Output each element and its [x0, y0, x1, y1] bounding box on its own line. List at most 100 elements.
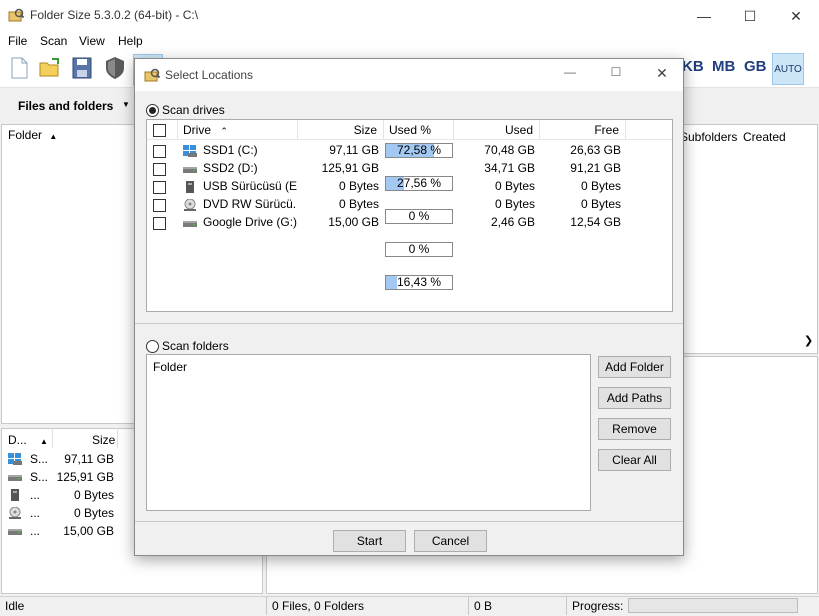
- cancel-button[interactable]: Cancel: [414, 530, 487, 552]
- section-divider: [135, 323, 683, 324]
- drive-used: 2,46 GB: [490, 215, 535, 229]
- status-separator: [566, 597, 567, 615]
- status-counts: 0 Files, 0 Folders: [272, 599, 365, 613]
- save-icon[interactable]: [70, 55, 94, 81]
- drive-used: 0 Bytes: [494, 197, 535, 211]
- used-percent-bar: 72,58 %: [385, 143, 453, 158]
- drive-used: 0 Bytes: [494, 179, 535, 193]
- drive-list-size: 97,11 GB: [64, 452, 114, 466]
- windows-drive-icon: [8, 453, 22, 465]
- subfolders-column-header[interactable]: Subfolders: [680, 130, 737, 144]
- folders-list[interactable]: Folder: [146, 354, 591, 511]
- used-percent-text: 72,58 %: [396, 143, 442, 157]
- progress-bar: [628, 598, 798, 613]
- hard-drive-icon: [8, 471, 22, 483]
- usb-drive-icon: [183, 181, 197, 193]
- drive-checkbox[interactable]: [153, 145, 166, 158]
- drive-used: 34,71 GB: [484, 161, 535, 175]
- menu-help[interactable]: Help: [118, 34, 143, 48]
- free-column-header[interactable]: Free: [539, 123, 619, 137]
- shield-icon[interactable]: [103, 55, 127, 81]
- size-column-header[interactable]: Size: [297, 123, 377, 137]
- used-percent-text: 0 %: [408, 242, 430, 256]
- start-button[interactable]: Start: [333, 530, 406, 552]
- unit-mb-button[interactable]: MB: [712, 58, 735, 75]
- drives-list: Drive ⌃ Size Used % Used Free SSD1 (C:) 9…: [146, 119, 673, 312]
- drive-free: 12,54 GB: [570, 215, 621, 229]
- drive-list-row[interactable]: ... 0 Bytes: [8, 487, 118, 505]
- used-column-header[interactable]: Used: [453, 123, 533, 137]
- drive-list-row[interactable]: ... 15,00 GB: [8, 523, 118, 541]
- menu-view[interactable]: View: [79, 34, 105, 48]
- drive-checkbox[interactable]: [153, 181, 166, 194]
- column-divider: [625, 120, 626, 140]
- chevron-down-icon[interactable]: ▼: [122, 100, 130, 109]
- tree-folder-column-header[interactable]: Folder ▲: [8, 128, 57, 142]
- drive-list-row[interactable]: S... 125,91 GB: [8, 469, 118, 487]
- dvd-drive-icon: [183, 198, 197, 211]
- used-percent-column-header[interactable]: Used %: [389, 123, 431, 137]
- drive-size: 97,11 GB: [329, 143, 379, 157]
- close-icon[interactable]: ✕: [773, 0, 819, 32]
- windows-drive-icon: [183, 145, 197, 157]
- drive-list-name: S...: [30, 452, 49, 466]
- used-percent-text: 27,56 %: [396, 176, 442, 190]
- menu-scan[interactable]: Scan: [40, 34, 67, 48]
- drive-checkbox[interactable]: [153, 199, 166, 212]
- drive-list-size: 15,00 GB: [63, 524, 114, 538]
- drive-free: 91,21 GB: [570, 161, 621, 175]
- folder-size-app-icon: [8, 8, 24, 22]
- dvd-drive-icon: [8, 506, 22, 519]
- used-percent-bar: 0 %: [385, 242, 453, 257]
- menu-file[interactable]: File: [8, 34, 27, 48]
- remove-button[interactable]: Remove: [598, 418, 671, 440]
- drive-list-size: 125,91 GB: [56, 470, 114, 484]
- column-divider: [52, 428, 53, 448]
- scan-drives-radio[interactable]: [146, 104, 159, 117]
- drive-checkbox[interactable]: [153, 163, 166, 176]
- scroll-right-icon[interactable]: ❯: [804, 334, 813, 347]
- status-bytes: 0 B: [474, 599, 493, 613]
- select-all-checkbox[interactable]: [153, 124, 166, 137]
- files-and-folders-dropdown[interactable]: Files and folders: [18, 99, 113, 113]
- drive-column-header[interactable]: D... ▲: [8, 433, 48, 447]
- column-divider: [117, 428, 118, 448]
- unit-auto-button[interactable]: AUTO: [772, 53, 804, 85]
- used-percent-text: 16,43 %: [396, 275, 442, 289]
- drive-free: 26,63 GB: [570, 143, 621, 157]
- drive-name[interactable]: DVD RW Sürücü...: [203, 197, 297, 211]
- drive-list-name: S...: [30, 470, 49, 484]
- sort-up-icon: ⌃: [220, 126, 228, 136]
- drive-name[interactable]: SSD2 (D:): [203, 161, 297, 175]
- drive-list-size: 0 Bytes: [73, 488, 114, 502]
- drive-list-name: ...: [30, 506, 41, 520]
- created-column-header[interactable]: Created: [743, 130, 786, 144]
- drive-list-row[interactable]: S... 97,11 GB: [8, 451, 118, 469]
- hard-drive-icon: [183, 217, 197, 229]
- scan-folders-radio[interactable]: [146, 340, 159, 353]
- drive-name[interactable]: SSD1 (C:): [203, 143, 297, 157]
- drive-free: 0 Bytes: [580, 179, 621, 193]
- drive-checkbox[interactable]: [153, 217, 166, 230]
- close-icon[interactable]: ✕: [652, 65, 672, 85]
- drive-name[interactable]: Google Drive (G:): [203, 215, 297, 229]
- folder-column-header[interactable]: Folder: [153, 360, 187, 374]
- drive-list-size: 0 Bytes: [73, 506, 114, 520]
- minimize-icon[interactable]: —: [681, 0, 727, 32]
- add-folder-button[interactable]: Add Folder: [598, 356, 671, 378]
- minimize-icon[interactable]: —: [560, 65, 580, 85]
- column-divider: [177, 120, 178, 140]
- drive-name[interactable]: USB Sürücüsü (E:): [203, 179, 297, 193]
- select-locations-dialog: Select Locations — ☐ ✕ Scan drives Drive…: [134, 58, 684, 556]
- drive-column-header[interactable]: Drive ⌃: [183, 123, 228, 137]
- clear-all-button[interactable]: Clear All: [598, 449, 671, 471]
- new-document-icon[interactable]: [7, 55, 31, 81]
- maximize-icon[interactable]: ☐: [606, 65, 626, 85]
- size-column-header[interactable]: Size: [92, 433, 115, 447]
- add-paths-button[interactable]: Add Paths: [598, 387, 671, 409]
- unit-gb-button[interactable]: GB: [744, 58, 767, 75]
- unit-kb-button[interactable]: KB: [682, 58, 704, 75]
- maximize-icon[interactable]: ☐: [727, 0, 773, 32]
- open-folder-icon[interactable]: [38, 55, 62, 81]
- drive-list-row[interactable]: ... 0 Bytes: [8, 505, 118, 523]
